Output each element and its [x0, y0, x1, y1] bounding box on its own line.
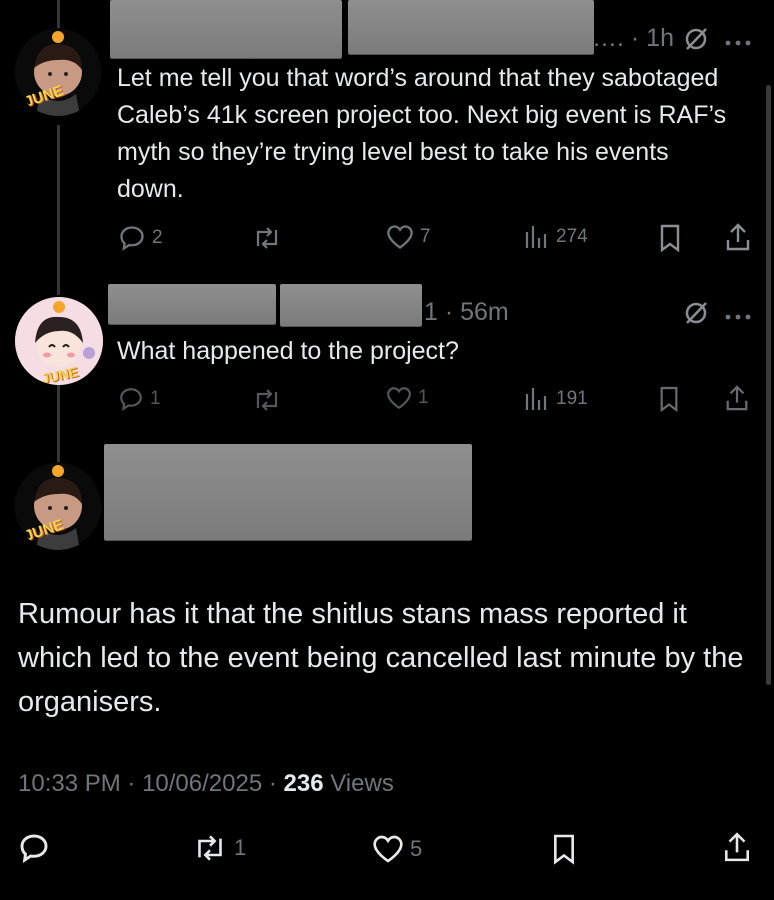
redacted-username — [108, 284, 276, 324]
bookmark-icon[interactable] — [658, 224, 682, 257]
tweet-date: 10/06/2025 — [142, 770, 263, 797]
reply-count: 2 — [152, 227, 163, 248]
avatar[interactable]: JUNE — [14, 28, 102, 116]
tweet-text: Let me tell you that word’s around that … — [117, 64, 727, 203]
like-count: 7 — [420, 226, 431, 247]
repost-button[interactable] — [252, 388, 282, 412]
reply-count: 1 — [150, 388, 161, 409]
more-icon[interactable] — [724, 34, 752, 52]
analytics-icon — [525, 226, 547, 248]
repost-button[interactable]: 1 — [192, 834, 246, 862]
views-label: Views — [330, 770, 394, 797]
tweet-time: …. · 1h — [592, 24, 674, 52]
views-count: 274 — [556, 226, 588, 247]
reply-icon — [20, 834, 48, 863]
repost-icon — [198, 835, 222, 861]
views-button[interactable]: 191 — [524, 386, 588, 412]
reply-button[interactable]: 1 — [118, 386, 161, 412]
thread-line — [57, 0, 60, 30]
heart-icon — [387, 225, 413, 249]
grok-icon[interactable] — [683, 26, 709, 57]
redacted-author — [104, 444, 472, 540]
repost-icon — [256, 227, 278, 249]
repost-icon — [256, 389, 278, 411]
analytics-icon — [525, 388, 547, 410]
repost-count: 1 — [234, 835, 247, 860]
tweet-text: Rumour has it that the shitlus stans mas… — [18, 598, 744, 718]
heart-icon — [373, 835, 403, 863]
thread-line — [57, 125, 60, 295]
grok-icon[interactable] — [683, 300, 709, 331]
reply-button[interactable]: 2 — [118, 224, 163, 252]
more-icon[interactable] — [724, 308, 752, 326]
heart-icon — [387, 387, 411, 410]
bookmark-icon[interactable] — [551, 832, 577, 871]
like-count: 1 — [418, 387, 429, 408]
reply-icon — [120, 388, 142, 411]
like-button[interactable]: 5 — [372, 834, 422, 864]
thread-line — [57, 378, 60, 463]
repost-button[interactable] — [252, 226, 282, 250]
bookmark-icon[interactable] — [658, 386, 680, 417]
tweet-time: 1 · 56m — [424, 298, 509, 326]
redacted-username — [110, 0, 342, 58]
reply-button[interactable] — [18, 832, 50, 864]
scrollbar[interactable] — [766, 85, 771, 685]
avatar[interactable]: JUNE — [15, 297, 103, 385]
like-button[interactable]: 7 — [386, 224, 431, 250]
like-button[interactable]: 1 — [386, 386, 429, 410]
views-count: 236 — [283, 770, 324, 797]
like-count: 5 — [410, 836, 423, 861]
redacted-handle — [280, 284, 422, 326]
tweet-time: 10:33 PM — [18, 770, 121, 797]
views-count: 191 — [556, 388, 588, 409]
share-icon[interactable] — [724, 222, 752, 257]
tweet-text: What happened to the project? — [117, 337, 459, 365]
reply-icon — [120, 226, 144, 251]
views-button[interactable]: 274 — [524, 224, 588, 250]
share-icon[interactable] — [724, 384, 750, 417]
avatar[interactable]: JUNE — [14, 462, 102, 550]
tweet-timestamp: 10:33 PM · 10/06/2025 · 236 Views — [18, 770, 394, 797]
redacted-handle — [348, 0, 594, 54]
share-icon[interactable] — [722, 830, 752, 869]
